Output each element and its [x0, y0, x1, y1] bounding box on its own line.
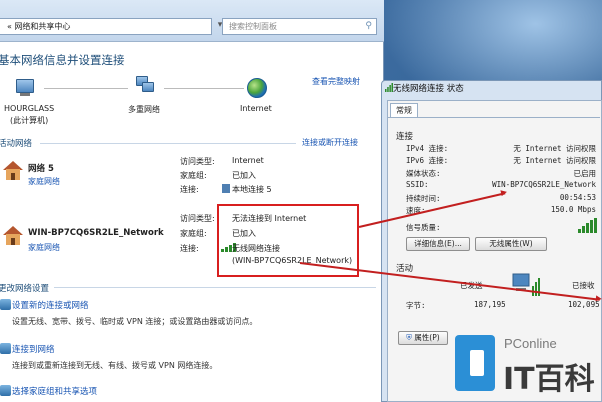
- shield-icon: ⛨: [406, 333, 412, 342]
- homegroup-icon: [0, 385, 11, 396]
- task-description: 设置无线、宽带、拨号、临时或 VPN 连接；或设置路由器或访问点。: [12, 317, 258, 326]
- duration-value: 00:54:53: [559, 193, 596, 202]
- tab-divider: [388, 117, 600, 118]
- ipv4-value: 无 Internet 访问权限: [513, 144, 596, 153]
- home-network-icon: [3, 226, 23, 245]
- search-input[interactable]: 搜索控制面板 ⚲: [222, 18, 377, 35]
- connect-network-icon: [0, 343, 11, 354]
- home-network-icon: [3, 161, 23, 180]
- change-settings-heading: 更改网络设置: [0, 284, 50, 294]
- ssid-value: WIN-BP7CQ6SR2LE_Network: [492, 180, 596, 189]
- address-bar[interactable]: « 网络和共享中心: [0, 18, 212, 35]
- connection-label: 连接:: [180, 244, 199, 253]
- homegroup-label: 家庭组:: [180, 171, 207, 180]
- computer-sub-label: (此计算机): [10, 116, 49, 125]
- activity-group-label: 活动: [396, 264, 414, 274]
- homegroup-value-link[interactable]: 已加入: [232, 170, 256, 181]
- properties-button-label: 属性(P): [414, 333, 440, 342]
- access-type-label: 访问类型:: [180, 214, 215, 223]
- task-connect-network-link[interactable]: 连接到网络: [12, 343, 55, 355]
- computer-icon: [16, 79, 34, 96]
- brand-logo-mark: [470, 350, 484, 376]
- connection-link[interactable]: 本地连接 5: [232, 184, 272, 195]
- section-divider: [40, 143, 296, 144]
- network-type-link[interactable]: 家庭网络: [28, 176, 60, 187]
- bytes-label: 字节:: [406, 301, 426, 310]
- task-homegroup-link[interactable]: 选择家庭组和共享选项: [12, 385, 97, 397]
- network-activity-icon: [512, 273, 540, 296]
- ipv6-value: 无 Internet 访问权限: [513, 156, 596, 165]
- breadcrumb[interactable]: « 网络和共享中心: [7, 21, 70, 32]
- search-icon[interactable]: ⚲: [365, 21, 372, 31]
- network-name: 网络 5: [28, 164, 54, 174]
- dialog-title: 无线网络连接 状态: [393, 84, 464, 94]
- page-title: 基本网络信息并设置连接: [0, 53, 125, 67]
- media-state-value: 已启用: [573, 169, 597, 178]
- task-description: 连接到或重新连接到无线、有线、拨号或 VPN 网络连接。: [12, 361, 218, 370]
- wireless-properties-button[interactable]: 无线属性(W): [475, 237, 547, 251]
- speed-value: 150.0 Mbps: [550, 205, 596, 214]
- map-link-line: [44, 88, 128, 89]
- access-type-label: 访问类型:: [180, 157, 215, 166]
- access-type-value: Internet: [232, 156, 264, 165]
- view-full-map-link[interactable]: 查看完整映射: [312, 76, 360, 87]
- media-state-label: 媒体状态:: [406, 169, 441, 178]
- internet-label: Internet: [240, 104, 272, 113]
- details-button[interactable]: 详细信息(E)...: [406, 237, 470, 251]
- connect-disconnect-link[interactable]: 连接或断开连接: [302, 137, 358, 148]
- received-label: 已接收: [572, 281, 595, 290]
- multiple-networks-icon: [136, 76, 154, 92]
- connection-group-label: 连接: [396, 132, 414, 142]
- new-connection-icon: [0, 299, 11, 310]
- ipv6-label: IPv6 连接:: [406, 156, 449, 165]
- homegroup-label: 家庭组:: [180, 229, 207, 238]
- bytes-sent-value: 187,195: [474, 300, 506, 309]
- section-divider: [54, 287, 376, 288]
- network-type-link[interactable]: 家庭网络: [28, 242, 60, 253]
- internet-globe-icon: [247, 78, 267, 98]
- ssid-label: SSID:: [406, 180, 429, 189]
- signal-quality-label: 信号质量:: [406, 223, 441, 232]
- wifi-status-icon: [385, 83, 393, 92]
- properties-button[interactable]: ⛨ 属性(P): [398, 331, 448, 345]
- multiple-networks-label: 多重网络: [128, 105, 160, 114]
- watermark-site: PConline: [504, 336, 557, 351]
- network-name: WIN-BP7CQ6SR2LE_Network: [28, 228, 164, 238]
- watermark-brand: IT百科: [503, 362, 595, 397]
- ipv4-label: IPv4 连接:: [406, 144, 449, 153]
- connection-label: 连接:: [180, 185, 199, 194]
- signal-strength-bars: [578, 218, 597, 233]
- task-setup-connection-link[interactable]: 设置新的连接或网络: [12, 299, 89, 311]
- tab-general[interactable]: 常规: [390, 103, 418, 117]
- computer-name: HOURGLASS: [4, 104, 55, 113]
- active-networks-heading: 活动网络: [0, 139, 33, 149]
- duration-label: 持续时间:: [406, 194, 441, 203]
- map-link-line: [164, 88, 244, 89]
- wired-connection-icon: [222, 184, 230, 193]
- search-placeholder: 搜索控制面板: [229, 22, 277, 31]
